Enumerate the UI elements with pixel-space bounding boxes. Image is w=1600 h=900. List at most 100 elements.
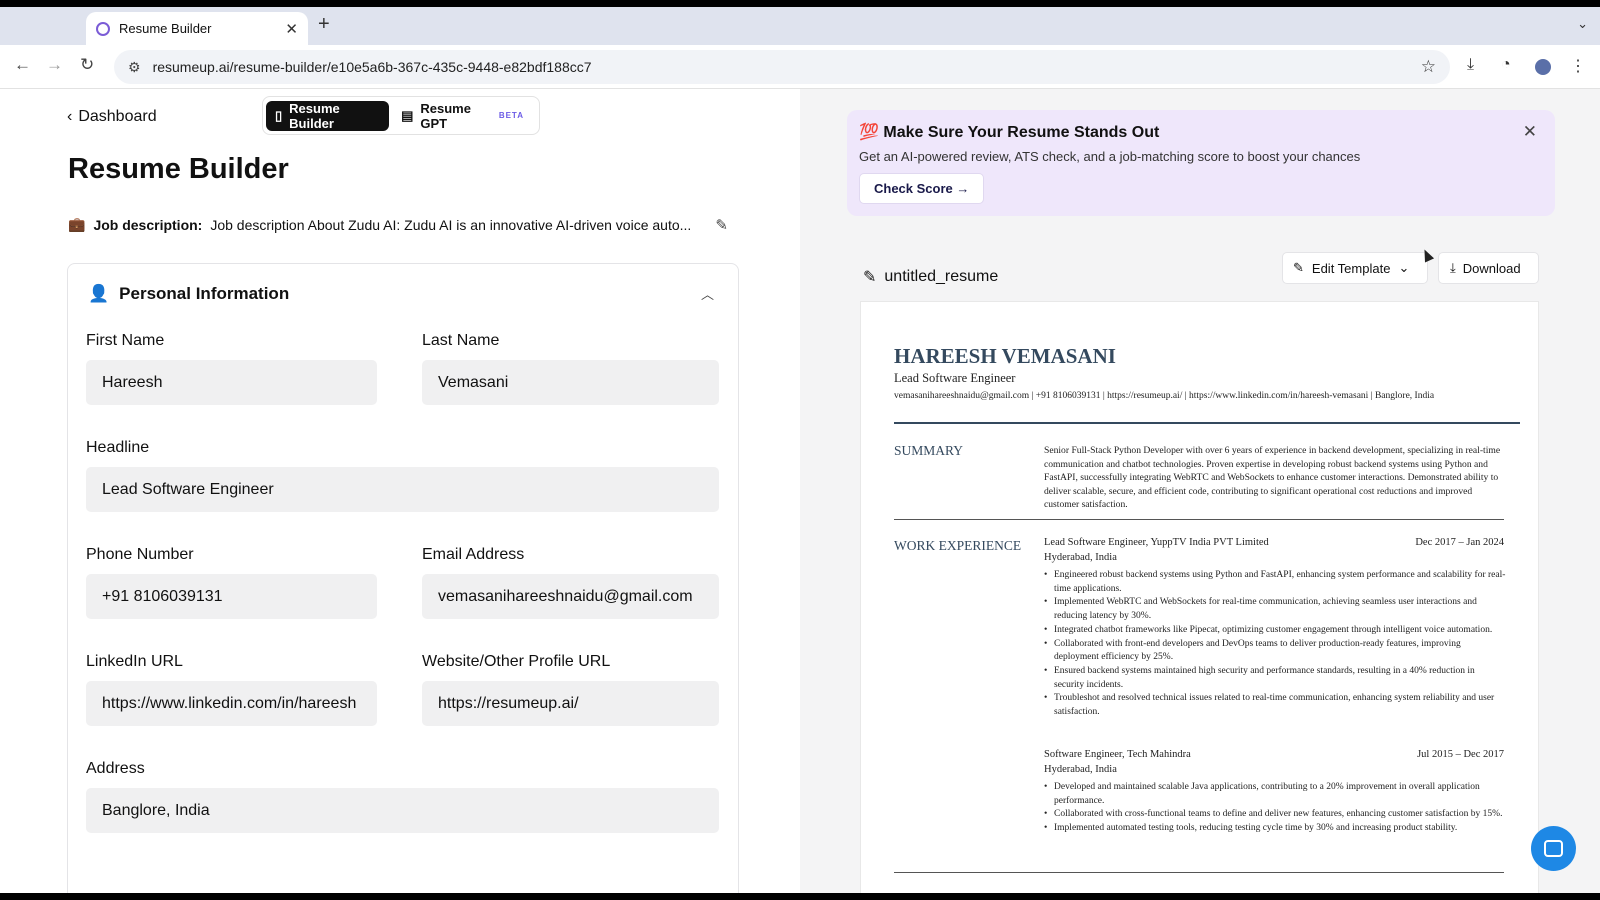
address-field[interactable]: Banglore, India: [86, 788, 719, 833]
bullet-item: Integrated chatbot frameworks like Pipec…: [1044, 624, 1506, 638]
summary-heading: SUMMARY: [894, 443, 964, 458]
website-field[interactable]: https://resumeup.ai/: [422, 681, 719, 726]
bookmark-star-icon[interactable]: ☆: [1421, 57, 1436, 77]
edit-job-description-icon[interactable]: ✎: [715, 216, 728, 233]
email-field[interactable]: vemasanihareeshnaidu@gmail.com: [422, 574, 719, 619]
mode-switch: ▯ Resume Builder ▤ Resume GPT BETA: [262, 96, 540, 135]
close-banner-icon[interactable]: ✕: [1523, 122, 1537, 142]
page-title: Resume Builder: [68, 153, 289, 185]
resume-score-banner: 💯 Make Sure Your Resume Stands Out Get a…: [847, 110, 1555, 216]
chat-bubble-icon: ▤: [401, 107, 414, 123]
resume-builder-tab[interactable]: ▯ Resume Builder: [266, 100, 390, 131]
resume-gpt-tab[interactable]: ▤ Resume GPT BETA: [389, 101, 536, 131]
support-chat-button[interactable]: [1531, 826, 1576, 871]
personal-information-header[interactable]: 👤 Personal Information: [88, 284, 289, 304]
site-favicon-icon: [96, 21, 110, 36]
linkedin-field[interactable]: https://www.linkedin.com/in/hareesh: [86, 681, 377, 726]
headline-label: Headline: [86, 439, 150, 456]
bullet-item: Ensured backend systems maintained high …: [1044, 665, 1506, 692]
url-text: resumeup.ai/resume-builder/e10e5a6b-367c…: [152, 59, 592, 75]
section-divider: [894, 519, 1504, 520]
bullet-item: Collaborated with front-end developers a…: [1044, 638, 1506, 665]
forward-arrow-icon[interactable]: →: [46, 55, 63, 75]
email-label: Email Address: [422, 546, 525, 563]
headline-field[interactable]: Lead Software Engineer: [86, 467, 719, 512]
last-name-field[interactable]: Vemasani: [422, 360, 719, 405]
edit-name-icon: ✎: [863, 269, 877, 286]
preview-panel: 💯 Make Sure Your Resume Stands Out Get a…: [800, 89, 1600, 893]
bullet-item: Implemented automated testing tools, red…: [1044, 822, 1506, 836]
dashboard-back-link[interactable]: ‹ Dashboard: [67, 108, 157, 126]
resume-gpt-tab-label: Resume GPT: [420, 100, 471, 131]
chevron-down-icon: ⌄: [1398, 260, 1410, 275]
pencil-icon: ✎: [1293, 260, 1304, 275]
resume-name: HAREESH VEMASANI: [894, 344, 1116, 368]
reload-icon[interactable]: ↻: [80, 55, 94, 75]
work-experience-heading: WORK EXPERIENCE: [894, 538, 1022, 553]
job-description-row: 💼 Job description: Job description About…: [68, 216, 728, 233]
bullet-item: Collaborated with cross-functional teams…: [1044, 808, 1506, 822]
editor-panel: ‹ Dashboard ▯ Resume Builder ▤ Resume GP…: [0, 89, 800, 893]
download-icon: ⤓: [1450, 260, 1456, 275]
tab-close-icon[interactable]: ✕: [285, 20, 298, 38]
browser-tab-strip: Resume Builder ✕ + ⌄: [0, 7, 1600, 45]
beta-badge: BETA: [498, 111, 524, 120]
back-label: Dashboard: [78, 108, 157, 125]
last-name-label: Last Name: [422, 332, 500, 349]
personal-information-card: 👤 Personal Information ︿ First Name Hare…: [67, 263, 739, 893]
banner-text: Get an AI-powered review, ATS check, and…: [859, 149, 1361, 164]
app-viewport: ‹ Dashboard ▯ Resume Builder ▤ Resume GP…: [0, 89, 1600, 893]
job-location: Hyderabad, India: [1044, 764, 1117, 775]
website-label: Website/Other Profile URL: [422, 653, 611, 670]
browser-toolbar: ← → ↻ ⚙ resumeup.ai/resume-builder/e10e5…: [0, 45, 1600, 89]
first-name-field[interactable]: Hareesh: [86, 360, 377, 405]
section-heading: Personal Information: [119, 284, 290, 303]
extension-icon[interactable]: ◔: [1501, 56, 1511, 74]
resume-contact: vemasanihareeshnaidu@gmail.com | +91 810…: [894, 391, 1435, 401]
menu-dots-icon[interactable]: ⋮: [1570, 56, 1586, 76]
header-divider: [894, 422, 1520, 424]
resume-filename[interactable]: ✎ untitled_resume: [863, 267, 998, 287]
banner-title-text: Make Sure Your Resume Stands Out: [883, 124, 1160, 141]
hundred-points-icon: 💯: [859, 124, 879, 141]
edit-template-button[interactable]: ✎ Edit Template ⌄: [1282, 252, 1428, 284]
download-button[interactable]: ⤓ Download: [1438, 252, 1539, 284]
phone-label: Phone Number: [86, 546, 194, 563]
phone-field[interactable]: +91 8106039131: [86, 574, 377, 619]
job-bullets: Developed and maintained scalable Java a…: [1044, 781, 1506, 836]
tab-search-chevron-icon[interactable]: ⌄: [1577, 16, 1588, 32]
tab-title: Resume Builder: [119, 21, 212, 36]
job-title: Lead Software Engineer, YuppTV India PVT…: [1044, 537, 1269, 548]
filename-text: untitled_resume: [884, 268, 999, 285]
browser-tab[interactable]: Resume Builder ✕: [86, 12, 308, 45]
chat-icon: [1544, 840, 1563, 857]
back-arrow-icon[interactable]: ←: [14, 55, 31, 75]
address-bar[interactable]: ⚙ resumeup.ai/resume-builder/e10e5a6b-36…: [114, 50, 1450, 84]
check-score-button[interactable]: Check Score →: [859, 173, 985, 204]
user-icon: 👤: [88, 284, 110, 303]
download-label: Download: [1462, 260, 1521, 276]
job-description-text: Job description About Zudu AI: Zudu AI i…: [210, 216, 692, 233]
job-dates: Dec 2017 – Jan 2024: [1415, 537, 1504, 548]
resume-builder-tab-label: Resume Builder: [289, 100, 340, 131]
first-name-label: First Name: [86, 332, 165, 349]
bullet-item: Developed and maintained scalable Java a…: [1044, 781, 1506, 808]
profile-avatar[interactable]: [1535, 59, 1551, 75]
edit-template-label: Edit Template: [1311, 260, 1391, 276]
job-title: Software Engineer, Tech Mahindra: [1044, 749, 1191, 760]
section-divider: [894, 872, 1504, 873]
job-dates: Jul 2015 – Dec 2017: [1417, 749, 1504, 760]
bullet-item: Engineered robust backend systems using …: [1044, 569, 1506, 596]
download-icon[interactable]: ⤓: [1467, 56, 1474, 74]
bullet-item: Troubleshot and resolved technical issue…: [1044, 692, 1506, 719]
new-tab-button[interactable]: +: [318, 13, 330, 36]
banner-title: 💯 Make Sure Your Resume Stands Out: [859, 122, 1159, 142]
job-description-label: Job description:: [93, 216, 203, 233]
resume-headline: Lead Software Engineer: [894, 371, 1016, 385]
chevron-left-icon: ‹: [67, 108, 73, 125]
briefcase-icon: 💼: [68, 216, 86, 232]
chevron-up-icon[interactable]: ︿: [701, 284, 714, 303]
address-label: Address: [86, 760, 145, 777]
site-settings-icon[interactable]: ⚙: [128, 59, 141, 76]
summary-text: Senior Full-Stack Python Developer with …: [1044, 445, 1501, 511]
